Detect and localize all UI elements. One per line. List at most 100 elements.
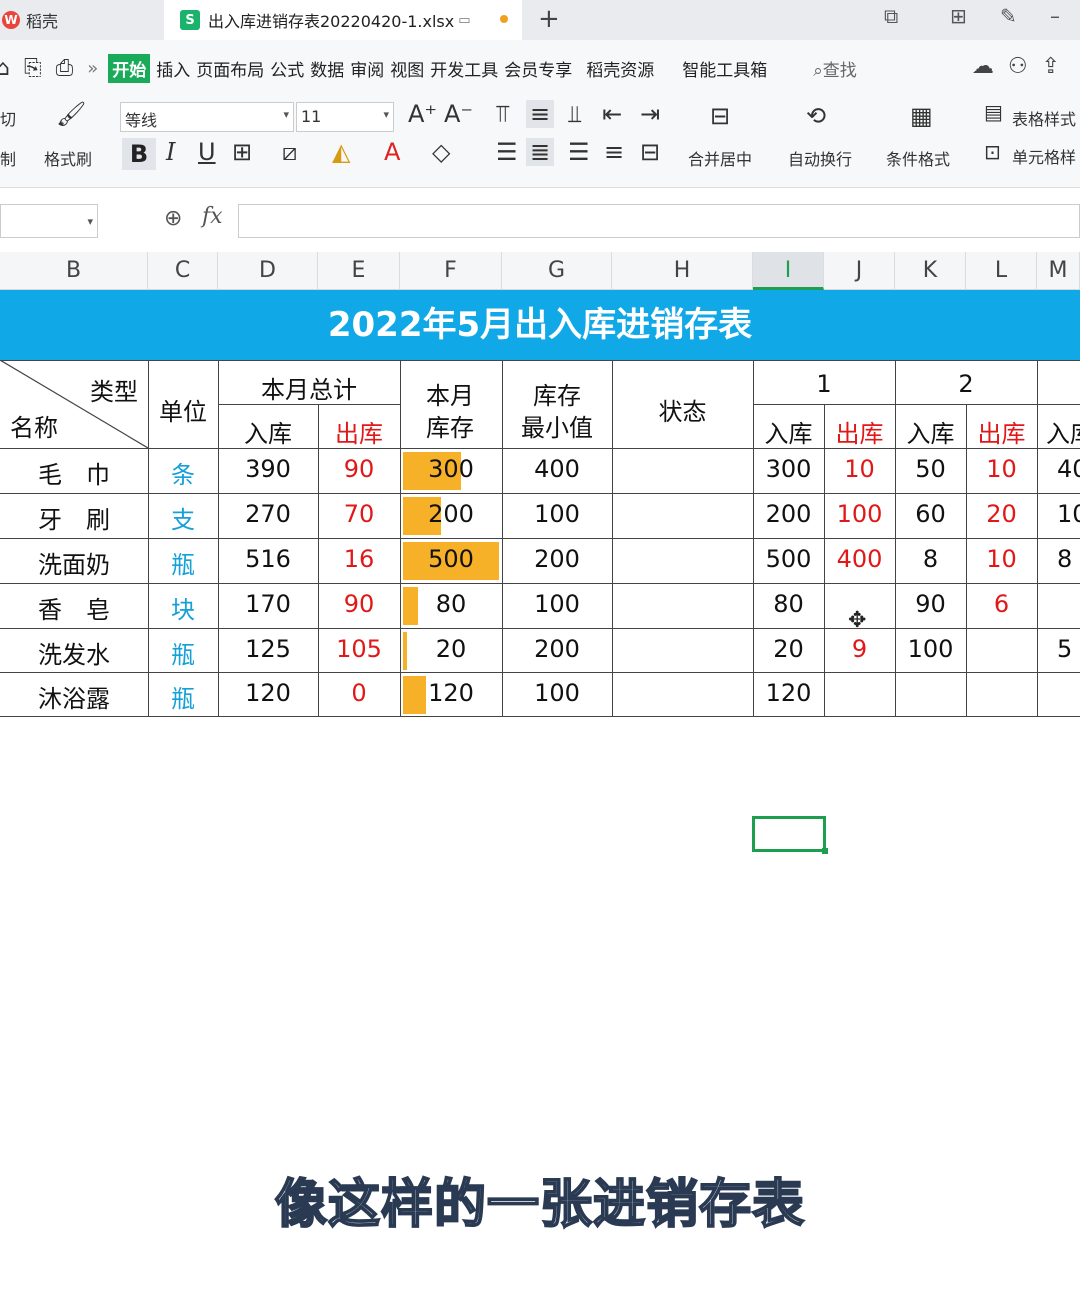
zoom-icon[interactable]: ⊕	[164, 206, 182, 231]
tab-app-home[interactable]: W 稻壳	[0, 0, 162, 40]
cell-min-stock[interactable]: 200	[502, 635, 612, 663]
cell-month-in[interactable]: 170	[218, 590, 318, 618]
cell-day2-in[interactable]: 60	[895, 500, 966, 528]
cell-min-stock[interactable]: 100	[502, 590, 612, 618]
layout-icon[interactable]: ⧉	[884, 4, 898, 28]
cell-day2-out[interactable]: 20	[966, 500, 1037, 528]
menu-item-developer[interactable]: 开发工具	[430, 56, 498, 81]
cell-day1-out[interactable]: 10	[824, 455, 895, 483]
cell-month-out[interactable]: 90	[318, 455, 400, 483]
export-icon[interactable]: ⎘	[24, 56, 42, 81]
menu-item-toolbox[interactable]: 智能工具箱	[682, 56, 767, 81]
conditional-format-label[interactable]: 条件格式	[886, 146, 950, 170]
cell-day2-in[interactable]: 50	[895, 455, 966, 483]
cloud-icon[interactable]: ☁	[972, 54, 994, 79]
formula-input[interactable]	[238, 204, 1080, 238]
cell-day1-out[interactable]: 400	[824, 545, 895, 573]
search-command[interactable]: ⌕查找	[813, 56, 857, 81]
fill-color-icon[interactable]: ◭	[332, 138, 350, 166]
header-day3-in[interactable]: 入库	[1046, 414, 1080, 449]
cell-day2-out[interactable]: 6	[966, 590, 1037, 618]
column-header-m[interactable]: M	[1037, 252, 1080, 290]
header-unit[interactable]: 单位	[148, 392, 218, 427]
home-icon[interactable]: ⌂	[0, 56, 10, 81]
cell-name[interactable]: 香 皂	[0, 590, 148, 625]
cell-month-out[interactable]: 16	[318, 545, 400, 573]
menu-item-insert[interactable]: 插入	[156, 56, 190, 81]
tab-current-file[interactable]: S 出入库进销存表20220420-1.xlsx ▭	[164, 0, 522, 40]
menu-item-member[interactable]: 会员专享	[504, 56, 572, 81]
decrease-font-icon[interactable]: A⁻	[444, 100, 473, 128]
cell-month-out[interactable]: 0	[318, 679, 400, 707]
new-tab-icon[interactable]: +	[538, 4, 560, 34]
cell-day2-in[interactable]: 90	[895, 590, 966, 618]
skin-icon[interactable]: ✎	[1000, 4, 1017, 28]
column-header-h[interactable]: H	[612, 252, 753, 290]
header-month-total[interactable]: 本月总计	[218, 370, 400, 405]
clear-format-icon[interactable]: ◇	[432, 138, 450, 166]
cell-day3-in[interactable]: 5	[1057, 635, 1080, 663]
table-style-icon[interactable]: ▤	[984, 100, 1003, 124]
header-min-stock-2[interactable]: 最小值	[502, 408, 612, 443]
cell-month-in[interactable]: 120	[218, 679, 318, 707]
cell-day1-in[interactable]: 20	[753, 635, 824, 663]
align-center-icon[interactable]: ≣	[526, 138, 555, 166]
more-chevron-icon[interactable]: »	[87, 58, 98, 79]
cell-name[interactable]: 毛 巾	[0, 455, 148, 490]
cell-day3-in[interactable]: 8	[1057, 545, 1080, 573]
header-in[interactable]: 入库	[218, 414, 318, 449]
header-name[interactable]: 名称	[4, 408, 64, 443]
cell-day3-in[interactable]: 40	[1057, 455, 1080, 483]
column-header-j[interactable]: J	[824, 252, 895, 290]
cell-month-stock[interactable]: 500	[400, 545, 502, 573]
cell-min-stock[interactable]: 400	[502, 455, 612, 483]
italic-button[interactable]: I	[166, 138, 175, 166]
cell-month-out[interactable]: 90	[318, 590, 400, 618]
distribute-icon[interactable]: ⊟	[640, 138, 660, 166]
cell-day1-in[interactable]: 500	[753, 545, 824, 573]
cell-min-stock[interactable]: 200	[502, 545, 612, 573]
bold-button[interactable]: B	[122, 138, 156, 170]
menu-item-data[interactable]: 数据	[310, 56, 344, 81]
copy-button[interactable]: 制	[0, 146, 16, 170]
cell-name[interactable]: 洗面奶	[0, 545, 148, 580]
column-header-k[interactable]: K	[895, 252, 966, 290]
print-icon[interactable]: ⎙	[56, 56, 74, 81]
indent-increase-icon[interactable]: ⇥	[640, 100, 660, 128]
header-day2-out[interactable]: 出库	[966, 414, 1037, 449]
column-header-i[interactable]: I	[753, 252, 824, 290]
menu-item-review[interactable]: 审阅	[350, 56, 384, 81]
header-min-stock-1[interactable]: 库存	[502, 376, 612, 411]
cell-unit[interactable]: 瓶	[148, 679, 218, 714]
font-name-select[interactable]: 等线 ▾	[120, 102, 294, 132]
column-header-g[interactable]: G	[502, 252, 612, 290]
cell-month-out[interactable]: 70	[318, 500, 400, 528]
increase-font-icon[interactable]: A⁺	[408, 100, 437, 128]
align-right-icon[interactable]: ☰	[568, 138, 590, 166]
header-day-1[interactable]: 1	[753, 370, 895, 398]
user-icon[interactable]: ⚇	[1008, 54, 1028, 79]
cell-day1-out[interactable]: 100	[824, 500, 895, 528]
cell-day2-out[interactable]: 10	[966, 455, 1037, 483]
cell-name[interactable]: 洗发水	[0, 635, 148, 670]
cell-name[interactable]: 牙 刷	[0, 500, 148, 535]
table-style-label[interactable]: 表格样式	[1012, 106, 1076, 130]
cell-min-stock[interactable]: 100	[502, 500, 612, 528]
cell-month-in[interactable]: 125	[218, 635, 318, 663]
cell-unit[interactable]: 瓶	[148, 635, 218, 670]
cell-day2-in[interactable]: 100	[895, 635, 966, 663]
header-month-stock-2[interactable]: 库存	[400, 408, 500, 443]
menu-item-view[interactable]: 视图	[390, 56, 424, 81]
column-header-f[interactable]: F	[400, 252, 502, 290]
merge-center-label[interactable]: 合并居中	[688, 146, 752, 170]
cell-unit[interactable]: 支	[148, 500, 218, 535]
cell-month-in[interactable]: 270	[218, 500, 318, 528]
indent-decrease-icon[interactable]: ⇤	[602, 100, 622, 128]
active-cell-selection[interactable]	[752, 816, 828, 854]
cell-day1-out[interactable]: 9	[824, 635, 895, 663]
cell-unit[interactable]: 瓶	[148, 545, 218, 580]
cell-month-out[interactable]: 105	[318, 635, 400, 663]
column-header-b[interactable]: B	[0, 252, 148, 290]
align-middle-icon[interactable]: ≡	[526, 100, 555, 128]
font-color-icon[interactable]: A	[384, 138, 400, 166]
